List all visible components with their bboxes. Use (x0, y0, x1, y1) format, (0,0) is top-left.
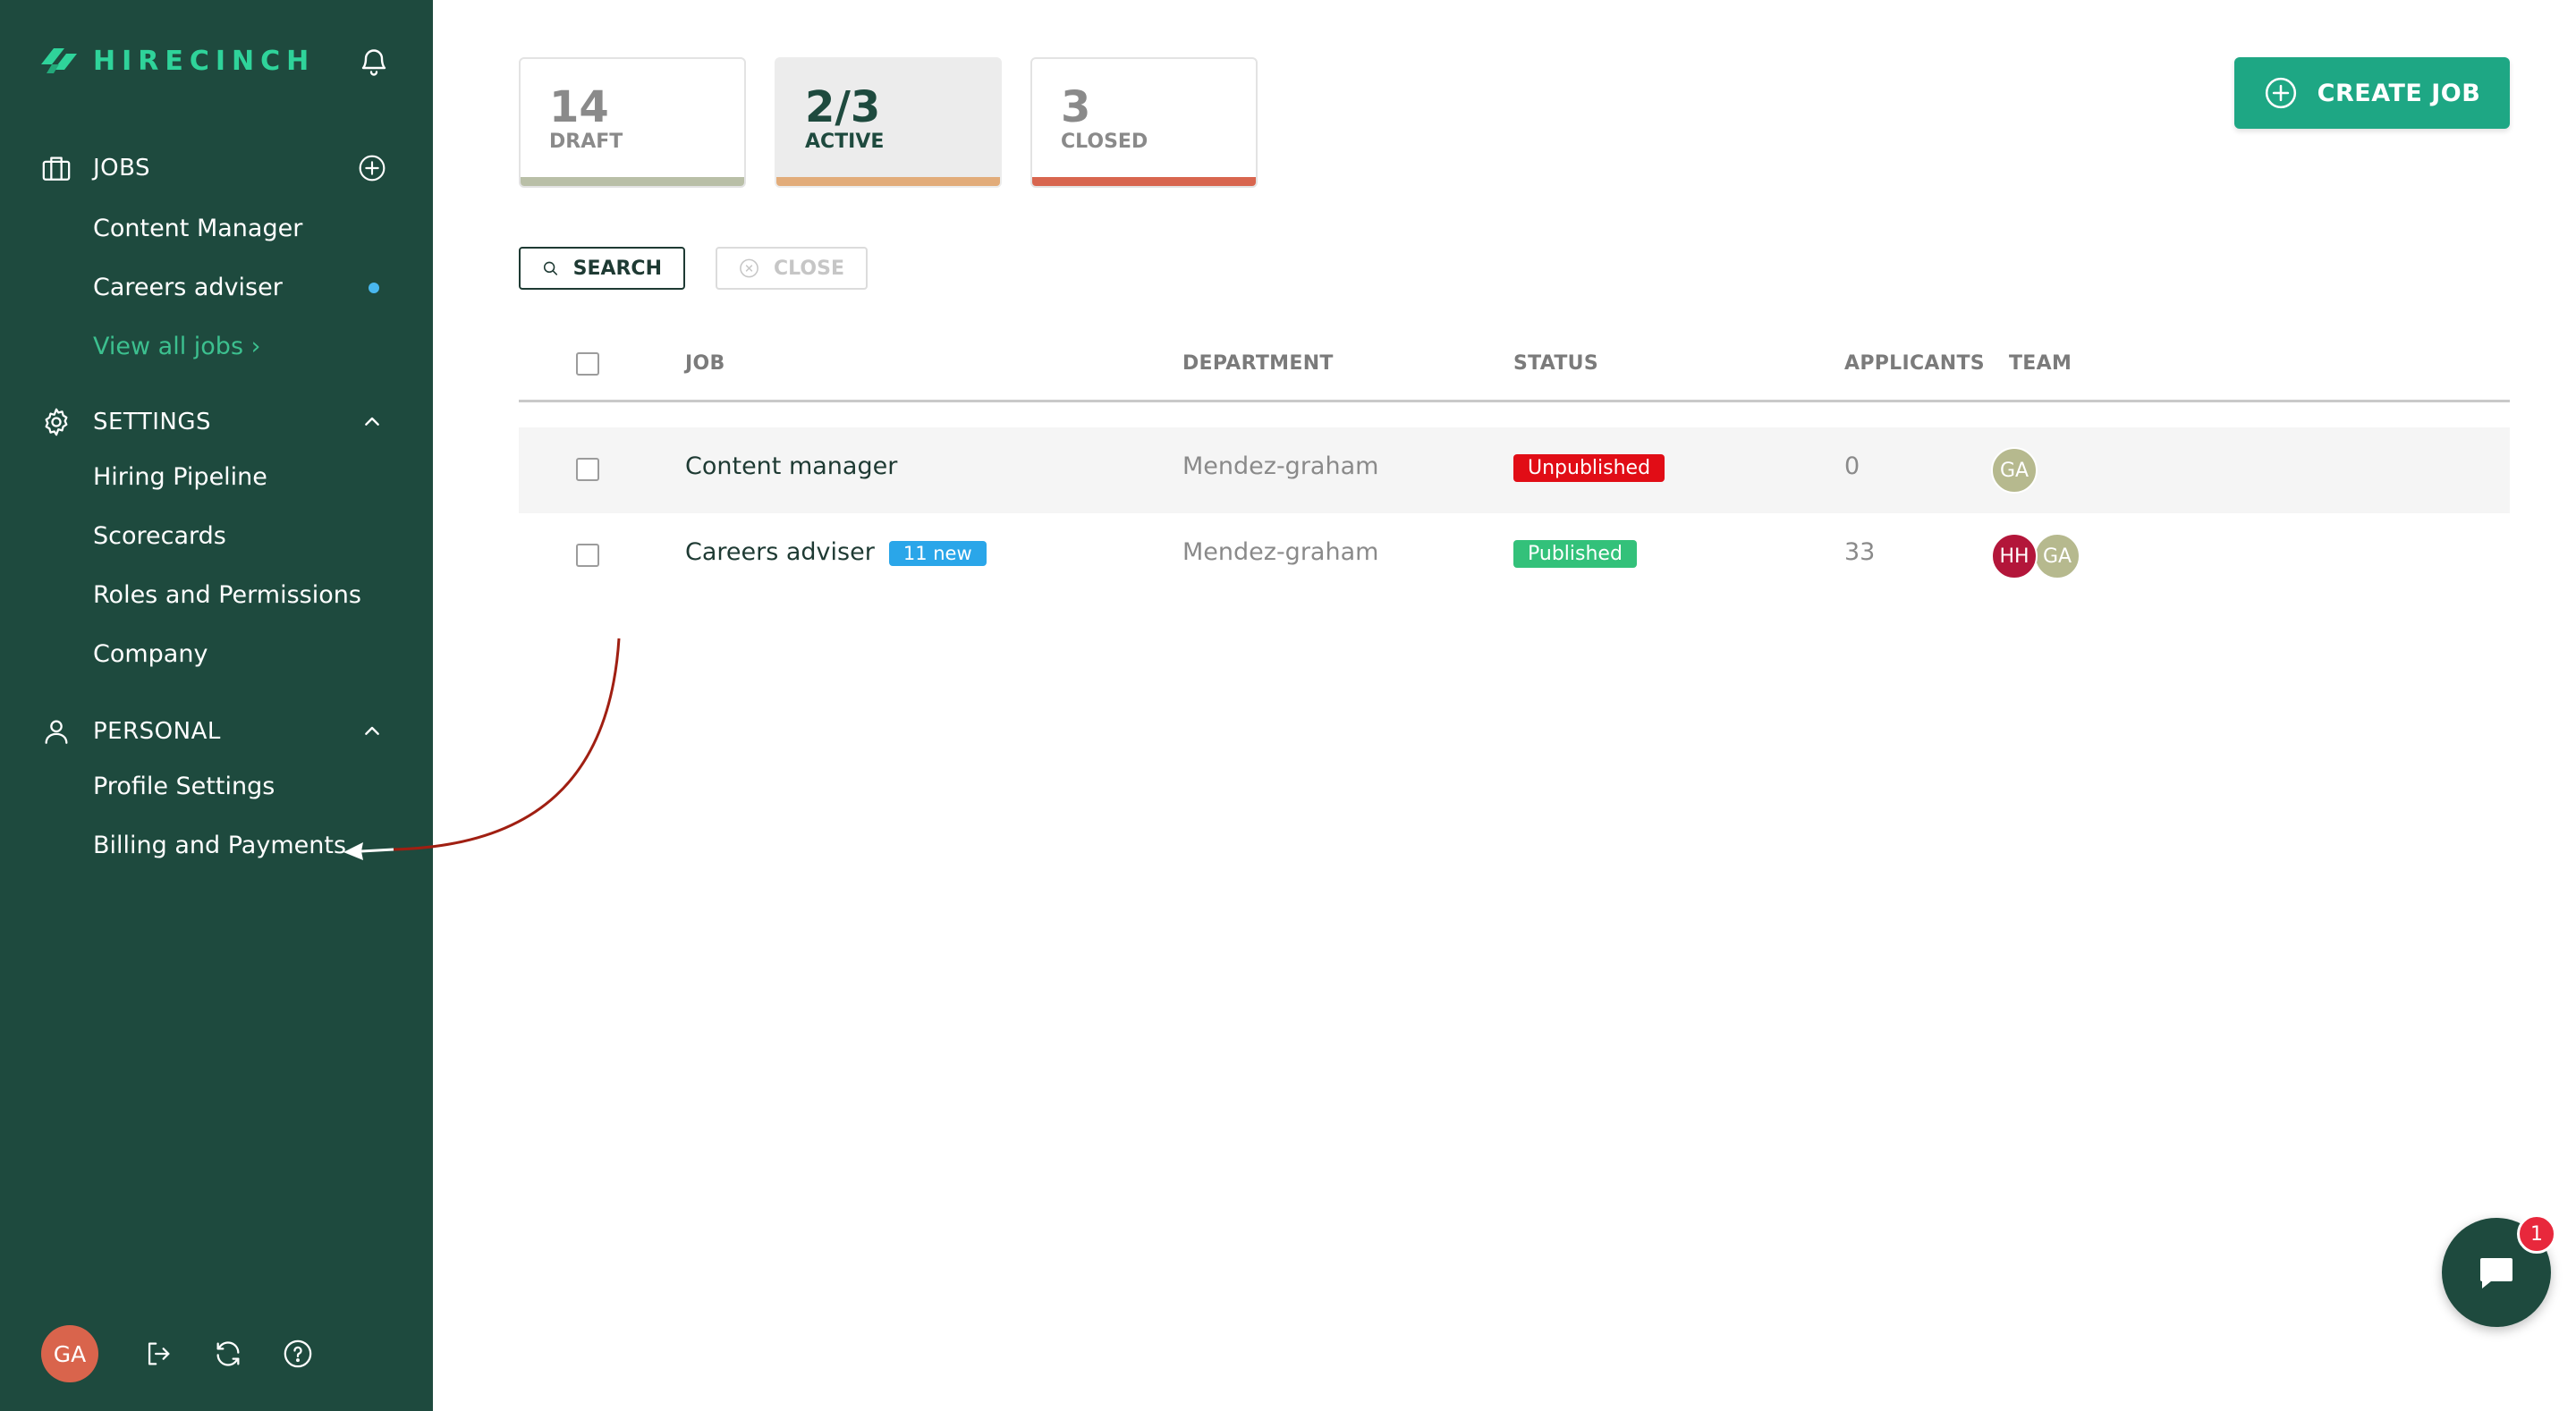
sidebar-section-label: JOBS (93, 155, 151, 182)
job-title: Careers adviser (685, 538, 875, 566)
add-job-icon[interactable] (358, 154, 386, 182)
logout-icon[interactable] (143, 1339, 174, 1369)
briefcase-icon (42, 156, 71, 181)
stat-count: 3 (1061, 82, 1091, 132)
column-header-applicants[interactable]: APPLICANTS (1844, 352, 1985, 375)
sidebar-section-settings[interactable]: SETTINGS (41, 402, 399, 442)
new-applicants-badge: 11 new (888, 540, 987, 566)
sidebar-item-billing-payments[interactable]: Billing and Payments (93, 828, 346, 864)
stat-label: DRAFT (549, 131, 623, 153)
chat-unread-badge: 1 (2517, 1214, 2556, 1254)
department-cell: Mendez-graham (1182, 538, 1379, 566)
view-all-jobs-link[interactable]: View all jobs › (93, 329, 260, 365)
stat-card-closed[interactable]: 3 CLOSED (1030, 57, 1258, 188)
table-row[interactable]: Careers adviser 11 new Mendez-graham Publ… (519, 513, 2510, 599)
sidebar-item-hiring-pipeline[interactable]: Hiring Pipeline (93, 460, 267, 495)
applicants-count: 33 (1844, 538, 1876, 566)
column-header-department[interactable]: DEPARTMENT (1182, 352, 1334, 375)
brand-logo[interactable]: HIRECINCH (41, 43, 315, 79)
sidebar-item-company[interactable]: Company (93, 637, 208, 672)
stat-bar (1032, 177, 1256, 186)
team-avatar[interactable]: HH (1991, 533, 2038, 579)
team-avatar[interactable]: GA (1991, 447, 2038, 494)
sidebar-item-roles-permissions[interactable]: Roles and Permissions (93, 578, 361, 613)
sidebar-section-jobs[interactable]: JOBS (41, 148, 399, 188)
sidebar: HIRECINCH JOBS Content Manager Careers a… (0, 0, 433, 1411)
sidebar-item-content-manager[interactable]: Content Manager (93, 211, 302, 247)
stat-bar (776, 177, 1000, 186)
bell-icon[interactable] (358, 46, 390, 79)
team-avatar[interactable]: GA (2034, 533, 2080, 579)
refresh-icon[interactable] (213, 1339, 243, 1369)
unread-dot (369, 283, 379, 293)
user-icon (45, 720, 68, 744)
status-badge: Published (1513, 540, 1637, 568)
stat-card-draft[interactable]: 14 DRAFT (519, 57, 746, 188)
column-header-team[interactable]: TEAM (2009, 352, 2072, 375)
sidebar-footer: GA (41, 1325, 313, 1382)
user-avatar[interactable]: GA (41, 1325, 98, 1382)
brand-name: HIRECINCH (93, 45, 316, 77)
main-content: 14 DRAFT 2/3 ACTIVE 3 CLOSED CREATE JOB … (433, 0, 2576, 1411)
sidebar-section-label: SETTINGS (93, 409, 212, 435)
chevron-up-icon[interactable] (358, 408, 386, 436)
status-cell: Unpublished (1513, 452, 1665, 482)
hirecinch-logo-icon (41, 48, 77, 73)
search-label: SEARCH (572, 257, 662, 280)
column-header-job[interactable]: JOB (685, 352, 725, 375)
close-label: CLOSE (774, 257, 844, 280)
close-button[interactable]: CLOSE (716, 247, 868, 290)
create-job-label: CREATE JOB (2317, 79, 2481, 107)
sidebar-item-profile-settings[interactable]: Profile Settings (93, 769, 275, 805)
plus-circle-icon (2265, 77, 2296, 109)
gear-icon (45, 408, 68, 436)
stat-card-active[interactable]: 2/3 ACTIVE (775, 57, 1002, 188)
sidebar-section-personal[interactable]: PERSONAL (41, 712, 399, 751)
stat-count: 2/3 (805, 82, 881, 132)
help-icon[interactable] (283, 1339, 313, 1369)
job-title[interactable]: Content manager (685, 452, 897, 480)
chat-bubble-icon (2480, 1258, 2512, 1288)
department-cell: Mendez-graham (1182, 452, 1379, 480)
job-title-cell[interactable]: Careers adviser 11 new (685, 538, 987, 566)
applicants-count: 0 (1844, 452, 1860, 480)
sidebar-item-careers-adviser[interactable]: Careers adviser (93, 270, 283, 306)
close-circle-icon (740, 258, 758, 278)
table-header: JOB DEPARTMENT STATUS APPLICANTS TEAM (519, 336, 2510, 402)
stat-label: CLOSED (1061, 131, 1148, 153)
stat-count: 14 (549, 82, 609, 132)
column-header-status[interactable]: STATUS (1513, 352, 1598, 375)
stat-bar (521, 177, 744, 186)
select-all-checkbox[interactable] (576, 352, 599, 376)
stat-label: ACTIVE (805, 131, 885, 153)
sidebar-item-scorecards[interactable]: Scorecards (93, 519, 226, 554)
search-button[interactable]: SEARCH (519, 247, 685, 290)
table-row[interactable]: Content manager Mendez-graham Unpublishe… (519, 427, 2510, 513)
create-job-button[interactable]: CREATE JOB (2234, 57, 2510, 129)
sidebar-section-label: PERSONAL (93, 718, 221, 745)
row-checkbox[interactable] (576, 458, 599, 481)
status-badge: Unpublished (1513, 454, 1665, 482)
status-cell: Published (1513, 538, 1637, 568)
row-checkbox[interactable] (576, 544, 599, 567)
search-icon (543, 261, 558, 275)
chevron-up-icon[interactable] (358, 717, 386, 746)
